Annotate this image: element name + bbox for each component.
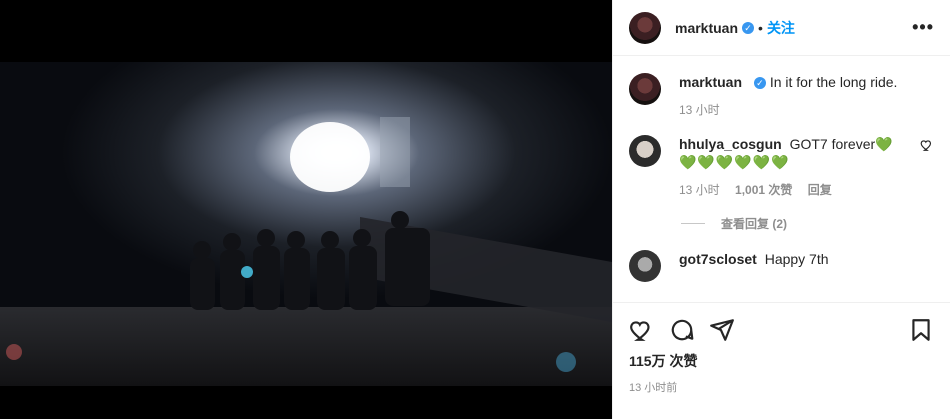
caption-verified-icon: ✓	[753, 77, 766, 90]
media-area	[0, 0, 612, 419]
caption-text: In it for the long ride.	[769, 74, 898, 90]
caption-time[interactable]: 13 小时	[679, 103, 720, 117]
like-icon[interactable]	[629, 317, 655, 343]
post-viewer: marktuan ✓ • 关注 ••• marktuan ✓ In it for…	[0, 0, 950, 419]
commenter-avatar[interactable]	[629, 135, 661, 167]
comment-heart-emojis: 💚💚💚💚💚💚	[679, 154, 790, 170]
caption-row: marktuan ✓ In it for the long ride. 13 小…	[629, 73, 934, 119]
reply-button[interactable]: 回复	[808, 183, 832, 197]
commenter-avatar[interactable]	[629, 250, 661, 282]
view-replies-button[interactable]: 查看回复 (2)	[681, 215, 934, 232]
comment-likes[interactable]: 1,001 次赞	[735, 183, 792, 197]
post-sidebar: marktuan ✓ • 关注 ••• marktuan ✓ In it for…	[612, 0, 950, 419]
caption-avatar[interactable]	[629, 73, 661, 105]
separator-dot: •	[758, 19, 763, 36]
comment-time[interactable]: 13 小时	[679, 183, 720, 197]
comment-text: Happy 7th	[764, 251, 829, 267]
commenter-username[interactable]: got7scloset	[679, 251, 757, 267]
comment-row: got7scloset Happy 7th	[629, 250, 934, 282]
comments-list[interactable]: marktuan ✓ In it for the long ride. 13 小…	[613, 57, 950, 302]
comment-text: GOT7 forever💚	[789, 136, 893, 152]
commenter-username[interactable]: hhulya_cosgun	[679, 136, 782, 152]
view-replies-label: 查看回复 (2)	[721, 217, 788, 231]
save-icon[interactable]	[908, 317, 934, 343]
more-options-button[interactable]: •••	[912, 17, 934, 38]
post-photo[interactable]	[0, 62, 612, 386]
follow-button[interactable]: 关注	[767, 18, 795, 38]
post-actions: 115万 次赞 13 小时前	[613, 302, 950, 395]
post-header: marktuan ✓ • 关注 •••	[613, 0, 950, 56]
author-username[interactable]: marktuan	[675, 20, 738, 36]
comment-row: hhulya_cosgun GOT7 forever💚 💚💚💚💚💚💚 13 小时…	[629, 135, 934, 199]
comment-icon[interactable]	[669, 317, 695, 343]
replies-divider	[681, 223, 705, 224]
verified-icon: ✓	[742, 21, 755, 34]
author-avatar[interactable]	[629, 11, 661, 44]
caption-username[interactable]: marktuan	[679, 74, 742, 90]
post-time: 13 小时前	[629, 382, 678, 394]
share-icon[interactable]	[709, 317, 735, 343]
likes-count[interactable]: 115万 次赞	[629, 351, 934, 371]
small-heart-icon[interactable]	[920, 138, 934, 152]
